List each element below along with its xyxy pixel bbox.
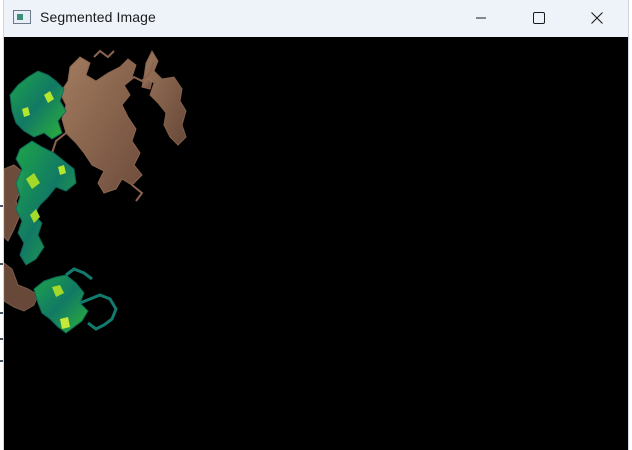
maximize-icon [533, 12, 545, 24]
green-segment-middle [15, 140, 77, 266]
green-segment-upper [9, 70, 67, 140]
brown-segment-upper [59, 49, 187, 194]
segmentation-result-image [4, 49, 187, 334]
window-title: Segmented Image [40, 9, 156, 25]
minimize-button[interactable] [452, 0, 510, 36]
title-bar[interactable]: Segmented Image [4, 0, 628, 37]
close-button[interactable] [568, 0, 626, 36]
close-icon [591, 12, 603, 24]
minimize-icon [476, 17, 486, 19]
segmented-image-window: Segmented Image [3, 0, 629, 450]
segmented-image-canvas [4, 37, 628, 450]
window-app-icon[interactable] [13, 10, 31, 24]
maximize-button[interactable] [510, 0, 568, 36]
green-segment-lower [33, 274, 89, 334]
